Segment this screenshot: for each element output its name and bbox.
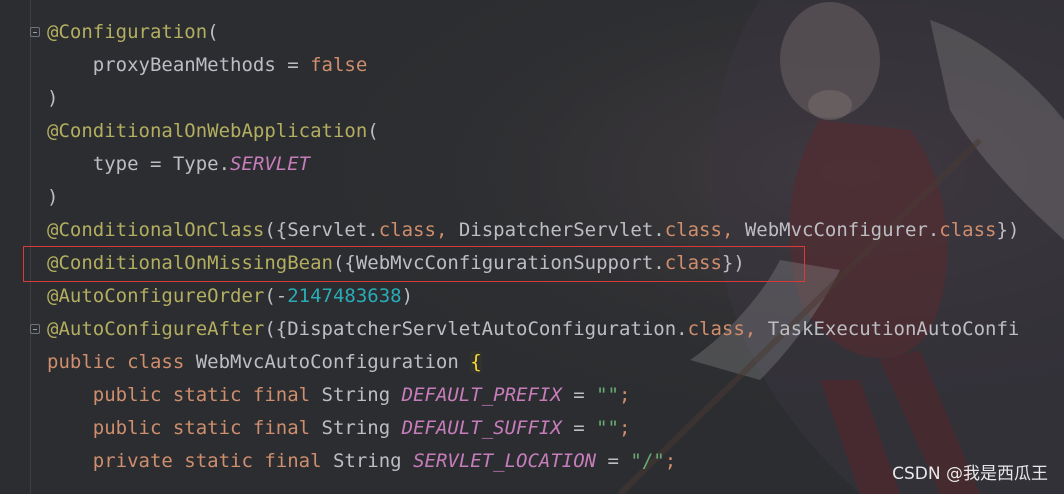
code-token: (: [207, 21, 219, 43]
code-token: TaskExecutionAutoConfi: [767, 318, 1020, 340]
code-token: ({Servlet.: [264, 219, 379, 241]
code-token: proxyBeanMethods =: [47, 54, 311, 76]
code-token: DispatcherServlet.: [458, 219, 665, 241]
code-token: type = Type.: [47, 153, 231, 175]
code-token: "": [596, 384, 619, 406]
code-token: }): [996, 219, 1020, 241]
code-line[interactable]: @ConditionalOnClass({Servlet.class, Disp…: [47, 214, 1019, 247]
code-line[interactable]: @Configuration(: [47, 16, 1019, 49]
code-token: @AutoConfigureAfter: [47, 318, 265, 340]
code-editor[interactable]: @Configuration( proxyBeanMethods = false…: [0, 0, 1064, 494]
code-line[interactable]: private static final String SERVLET_LOCA…: [47, 445, 1019, 478]
code-token: public class: [47, 351, 196, 373]
code-token: ): [401, 285, 414, 307]
code-token: ,: [435, 219, 459, 241]
code-token: =: [561, 417, 597, 439]
code-token: String: [321, 384, 402, 406]
code-token: class: [687, 318, 745, 340]
code-token: String: [332, 450, 414, 472]
code-token: class: [378, 219, 436, 241]
code-token: WebMvcAutoConfiguration: [195, 351, 471, 373]
code-token: ,: [744, 318, 768, 340]
code-token: "": [596, 417, 619, 439]
code-token: @ConditionalOnWebApplication: [47, 120, 368, 142]
code-token: SERVLET_LOCATION: [413, 450, 597, 472]
watermark-text: CSDN @我是西瓜王: [892, 464, 1048, 484]
code-token: public static final: [47, 417, 322, 439]
annotation-highlight-box: [23, 246, 805, 282]
code-line[interactable]: public static final String DEFAULT_PREFI…: [47, 379, 1019, 412]
code-line[interactable]: type = Type.SERVLET: [47, 148, 1019, 181]
code-token: @Configuration: [47, 21, 208, 43]
code-token: ;: [619, 384, 631, 406]
code-token: false: [310, 54, 368, 76]
code-token: ): [47, 87, 59, 109]
code-token: DEFAULT_SUFFIX: [401, 417, 562, 439]
code-token: (: [367, 120, 379, 142]
code-line[interactable]: @AutoConfigureOrder(-2147483638): [47, 280, 1019, 313]
code-line[interactable]: ): [47, 82, 1019, 115]
code-token: public static final: [47, 384, 322, 406]
code-token: ,: [721, 219, 745, 241]
code-line[interactable]: public static final String DEFAULT_SUFFI…: [47, 412, 1019, 445]
code-line[interactable]: @AutoConfigureAfter({DispatcherServletAu…: [47, 313, 1019, 346]
code-token: =: [561, 384, 597, 406]
code-token: class: [664, 219, 722, 241]
code-token: =: [596, 450, 631, 472]
code-token: private static final: [47, 450, 333, 472]
code-token: ;: [664, 450, 677, 472]
code-line[interactable]: proxyBeanMethods = false: [47, 49, 1019, 82]
code-line[interactable]: @ConditionalOnWebApplication(: [47, 115, 1019, 148]
code-token: ;: [619, 417, 631, 439]
code-token: "/": [630, 450, 665, 472]
code-token: ): [47, 186, 59, 208]
code-token: DEFAULT_PREFIX: [401, 384, 562, 406]
code-token: SERVLET: [230, 153, 311, 175]
code-token: 2147483638: [287, 285, 402, 307]
code-token: @ConditionalOnClass: [47, 219, 265, 241]
code-token: {: [470, 351, 482, 373]
code-token: String: [321, 417, 402, 439]
code-line[interactable]: ): [47, 181, 1019, 214]
fold-marker-icon[interactable]: [30, 27, 40, 37]
code-token: ({DispatcherServletAutoConfiguration.: [264, 318, 688, 340]
code-token: class: [939, 219, 997, 241]
code-token: WebMvcConfigurer.: [744, 219, 940, 241]
code-token: @AutoConfigureOrder: [47, 285, 265, 307]
code-line[interactable]: public class WebMvcAutoConfiguration {: [47, 346, 1019, 379]
fold-marker-icon[interactable]: [30, 324, 40, 334]
code-token: (-: [264, 285, 288, 307]
